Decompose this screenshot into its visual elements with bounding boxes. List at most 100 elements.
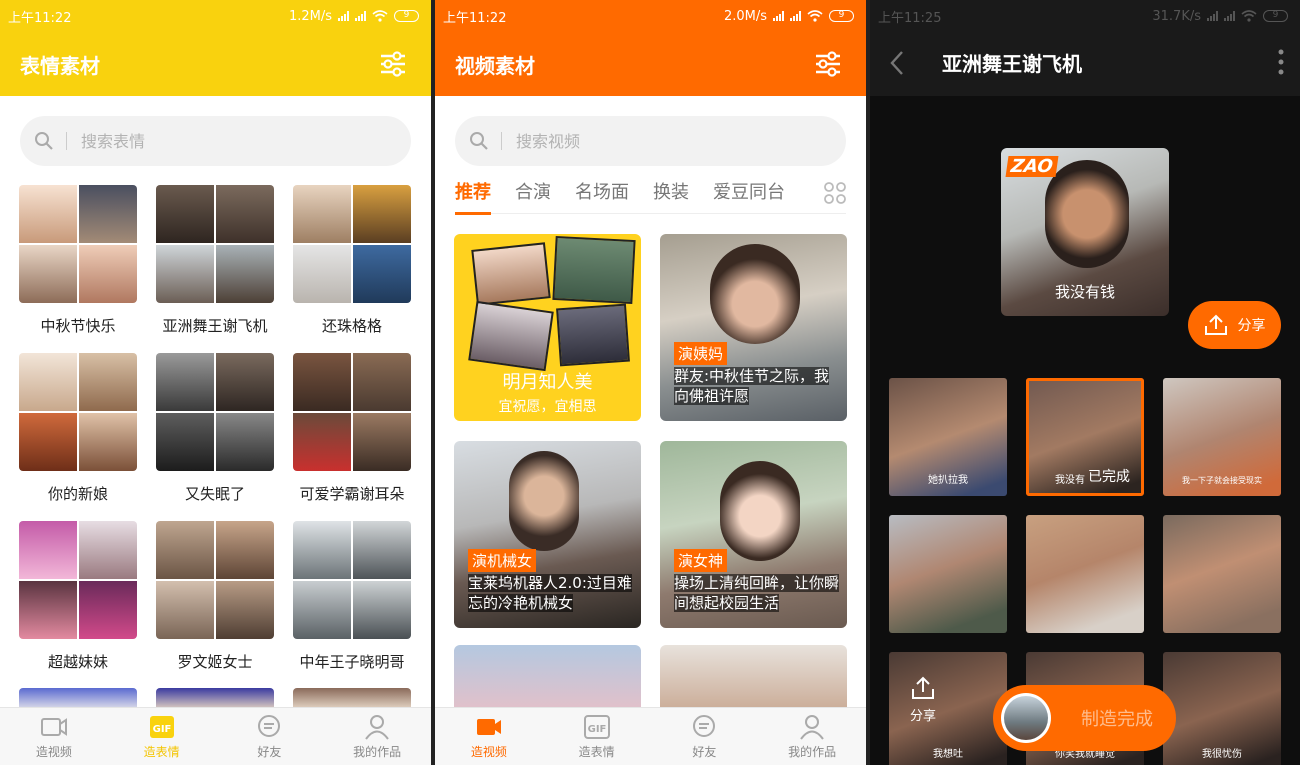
sticker-card[interactable]: 中秋节快乐 xyxy=(19,185,137,335)
bottom-tab-bar: 造视频 GIF 造表情 好友 我的作品 xyxy=(0,707,431,765)
gif-icon: GIF xyxy=(149,715,174,738)
page-title: 表情素材 xyxy=(20,53,100,78)
status-time: 上午11:25 xyxy=(878,10,942,26)
sticker-thumbnail xyxy=(156,353,274,471)
app-header: 视频素材 xyxy=(435,32,866,96)
more-options-icon[interactable] xyxy=(1278,48,1284,76)
sticker-card[interactable]: 亚洲舞王谢飞机 xyxy=(156,185,274,335)
sticker-card[interactable]: 你的新娘 xyxy=(19,353,137,503)
search-input[interactable] xyxy=(516,131,776,151)
sticker-card[interactable]: 可爱学霸谢耳朵 xyxy=(293,353,411,503)
category-tabs: 推荐 合演 名场面 换装 爱豆同台 xyxy=(455,172,846,215)
video-description: 群友:中秋佳节之际，我向佛祖许愿 xyxy=(674,367,830,405)
status-bar: 上午11:22 1.2M/s 9 xyxy=(0,0,431,32)
search-icon xyxy=(35,132,53,150)
search-input[interactable] xyxy=(81,131,341,151)
page-title: 亚洲舞王谢飞机 xyxy=(942,52,1082,76)
network-speed: 31.7K/s xyxy=(1152,8,1201,24)
video-description: 宝莱坞机器人2.0:过目难忘的冷艳机械女 xyxy=(468,574,632,612)
avatar xyxy=(1001,693,1051,743)
tab-friends[interactable]: 好友 xyxy=(216,708,324,765)
video-material-screen: 上午11:22 2.0M/s 9 视频素材 推荐 合演 名场面 换装 爱豆同台 … xyxy=(435,0,866,765)
wifi-icon xyxy=(1241,10,1257,22)
tab-make-sticker[interactable]: GIF 造表情 xyxy=(543,708,651,765)
sticker-card[interactable]: 又失眠了 xyxy=(156,353,274,503)
sticker-thumbnail xyxy=(293,353,411,471)
grid-menu-icon[interactable] xyxy=(824,182,846,204)
sticker-card[interactable]: 中年王子晓明哥 xyxy=(293,521,411,671)
network-speed: 1.2M/s xyxy=(288,8,332,24)
tab-make-video[interactable]: 造视频 xyxy=(435,708,543,765)
frame-thumbnail[interactable] xyxy=(889,515,1007,633)
filter-settings-icon[interactable] xyxy=(379,50,407,78)
video-card[interactable]: 演姨妈 群友:中秋佳节之际，我向佛祖许愿 xyxy=(660,234,847,421)
video-card[interactable]: 演女神 操场上清纯回眸，让你瞬间想起校园生活 xyxy=(660,441,847,628)
sticker-thumbnail xyxy=(293,521,411,639)
signal-icon xyxy=(1207,11,1218,21)
video-tag: 演女神 xyxy=(674,549,728,572)
tab-famous-scenes[interactable]: 名场面 xyxy=(575,172,629,214)
tab-costume[interactable]: 换装 xyxy=(653,172,689,214)
tab-co-star[interactable]: 合演 xyxy=(515,172,551,214)
app-header: 表情素材 xyxy=(0,32,431,96)
upload-share-icon xyxy=(1204,314,1227,335)
video-card[interactable]: 明月知人美 宜祝愿，宜相思 xyxy=(454,234,641,421)
bottom-action-bar: 分享 制造完成 xyxy=(870,665,1300,765)
sticker-card[interactable]: 还珠格格 xyxy=(293,185,411,335)
frame-thumbnail-selected[interactable]: 我没有 已完成 xyxy=(1026,378,1144,496)
signal-icon xyxy=(773,11,784,21)
battery-icon: 9 xyxy=(829,10,854,22)
status-time: 上午11:22 xyxy=(8,10,72,26)
search-bar[interactable] xyxy=(455,116,846,166)
person-icon xyxy=(365,714,389,740)
upload-share-icon xyxy=(912,676,934,699)
sticker-preview[interactable]: ZAO 我没有钱 xyxy=(1001,148,1169,316)
sticker-card[interactable]: 罗文姬女士 xyxy=(156,521,274,671)
tab-friends[interactable]: 好友 xyxy=(651,708,759,765)
signal-icon xyxy=(1224,11,1235,21)
tab-my-works[interactable]: 我的作品 xyxy=(323,708,431,765)
share-button[interactable]: 分享 xyxy=(1188,301,1281,349)
completed-label: 已完成 xyxy=(1088,469,1130,485)
filter-settings-icon[interactable] xyxy=(814,50,842,78)
tab-my-works[interactable]: 我的作品 xyxy=(758,708,866,765)
sticker-thumbnail xyxy=(19,185,137,303)
video-subtitle: 宜祝愿，宜相思 xyxy=(498,399,597,415)
frame-thumbnail[interactable]: 我一下子就会接受现实 xyxy=(1163,378,1281,496)
tab-make-sticker[interactable]: GIF 造表情 xyxy=(108,708,216,765)
make-complete-button[interactable]: 制造完成 xyxy=(993,685,1176,751)
tab-make-video[interactable]: 造视频 xyxy=(0,708,108,765)
svg-text:GIF: GIF xyxy=(152,724,171,735)
frame-thumbnail[interactable]: 她扒拉我 xyxy=(889,378,1007,496)
sticker-card[interactable]: 超越妹妹 xyxy=(19,521,137,671)
sticker-detail-screen: 上午11:25 31.7K/s 9 亚洲舞王谢飞机 ZAO 我没有钱 分享 她扒… xyxy=(870,0,1300,765)
frame-thumbnail[interactable] xyxy=(1163,515,1281,633)
status-time: 上午11:22 xyxy=(443,10,507,26)
bottom-share-button[interactable]: 分享 xyxy=(910,675,936,724)
wifi-icon xyxy=(807,10,823,22)
network-speed: 2.0M/s xyxy=(723,8,767,24)
battery-icon: 9 xyxy=(394,10,419,22)
svg-text:GIF: GIF xyxy=(587,724,606,735)
back-arrow-icon[interactable] xyxy=(888,50,906,76)
sticker-thumbnail xyxy=(19,353,137,471)
sticker-thumbnail xyxy=(293,185,411,303)
page-title: 视频素材 xyxy=(455,53,535,78)
video-camera-icon xyxy=(476,718,501,735)
signal-icon xyxy=(790,11,801,21)
video-card[interactable]: 演机械女 宝莱坞机器人2.0:过目难忘的冷艳机械女 xyxy=(454,441,641,628)
gif-icon: GIF xyxy=(583,714,610,739)
person-icon xyxy=(800,714,824,740)
chat-bubble-icon xyxy=(693,714,716,737)
tab-idol-together[interactable]: 爱豆同台 xyxy=(713,172,785,214)
bottom-tab-bar: 造视频 GIF 造表情 好友 我的作品 xyxy=(435,707,866,765)
sticker-thumbnail xyxy=(19,521,137,639)
wifi-icon xyxy=(372,10,388,22)
video-grid: 明月知人美 宜祝愿，宜相思 演姨妈 群友:中秋佳节之际，我向佛祖许愿 演机械女 … xyxy=(454,234,847,628)
search-bar[interactable] xyxy=(20,116,411,166)
tab-recommended[interactable]: 推荐 xyxy=(455,172,491,215)
frame-thumbnail[interactable] xyxy=(1026,515,1144,633)
status-bar: 上午11:25 31.7K/s 9 xyxy=(870,0,1300,32)
video-camera-icon xyxy=(40,717,67,736)
search-icon xyxy=(470,132,488,150)
